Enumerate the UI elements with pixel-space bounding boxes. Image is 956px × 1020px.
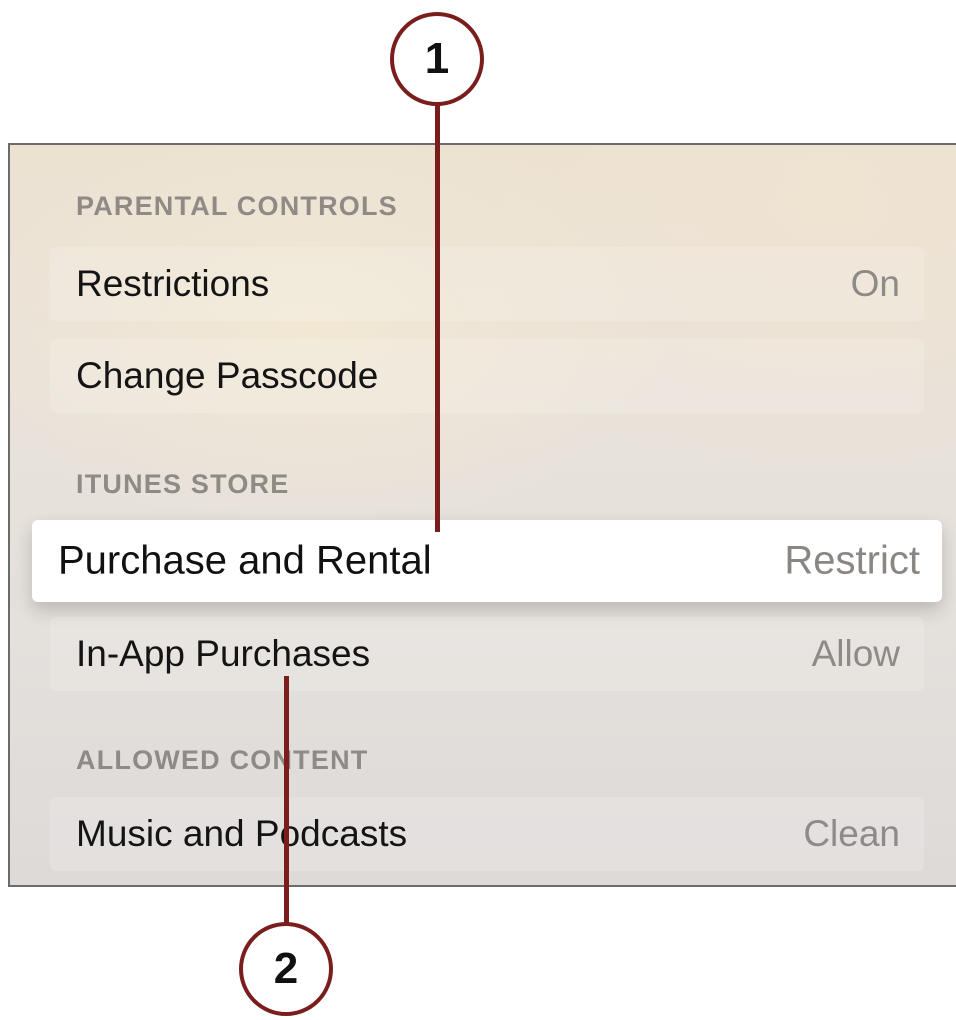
restrictions-value: On xyxy=(850,263,900,304)
section-header-itunes-store: ITUNES STORE xyxy=(76,469,290,499)
restrictions-label: Restrictions xyxy=(76,263,270,304)
settings-screen: PARENTAL CONTROLS Restrictions On Change… xyxy=(8,143,956,887)
music-and-podcasts-row[interactable]: Music and Podcasts Clean xyxy=(50,797,924,871)
section-header-allowed-content: ALLOWED CONTENT xyxy=(76,745,369,775)
purchase-and-rental-row[interactable]: Purchase and Rental Restrict xyxy=(32,520,942,602)
callout-2-badge: 2 xyxy=(239,922,333,1016)
restrictions-row[interactable]: Restrictions On xyxy=(50,247,924,321)
in-app-purchases-row[interactable]: In-App Purchases Allow xyxy=(50,617,924,691)
callout-1-badge: 1 xyxy=(390,12,484,106)
change-passcode-row[interactable]: Change Passcode xyxy=(50,339,924,413)
in-app-purchases-value: Allow xyxy=(811,633,900,674)
change-passcode-label: Change Passcode xyxy=(76,355,379,396)
section-header-parental-controls: PARENTAL CONTROLS xyxy=(76,191,398,221)
in-app-purchases-label: In-App Purchases xyxy=(76,633,371,674)
purchase-and-rental-label: Purchase and Rental xyxy=(58,538,432,583)
music-and-podcasts-label: Music and Podcasts xyxy=(76,813,408,854)
music-and-podcasts-value: Clean xyxy=(803,813,900,854)
callout-1-line xyxy=(435,100,440,532)
purchase-and-rental-value: Restrict xyxy=(784,538,920,583)
callout-2-line xyxy=(284,676,289,938)
